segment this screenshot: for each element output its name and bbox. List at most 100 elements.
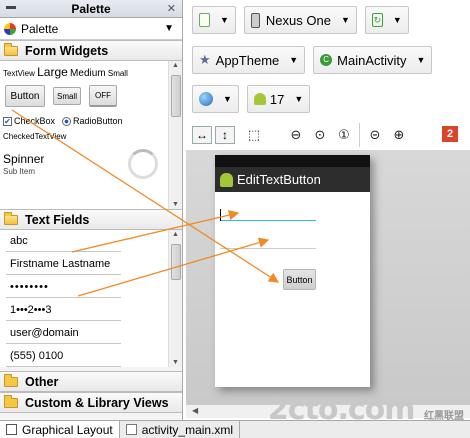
palette-pane: Palette ✕ Palette ▼ Form Widgets TextVie… — [0, 0, 183, 420]
show-margins-icon[interactable]: ⬚ — [245, 126, 263, 144]
scrollbar-thumb[interactable] — [171, 75, 181, 117]
text-field-password[interactable]: •••••••• — [6, 276, 121, 298]
category-label: Text Fields — [25, 212, 90, 227]
edittext-2[interactable] — [220, 247, 316, 249]
folder-open-icon — [4, 211, 18, 225]
widget-button[interactable]: Button — [5, 85, 45, 107]
palette-icon — [4, 22, 16, 35]
widget-small-button[interactable]: Small — [53, 87, 81, 105]
progress-spinner-icon[interactable] — [128, 149, 158, 179]
scroll-left-icon[interactable]: ◀ — [192, 406, 198, 415]
text-cursor — [220, 209, 221, 221]
widget-toggle-button[interactable]: OFF — [89, 85, 117, 107]
device-preview: EditTextButton Button — [215, 155, 370, 387]
config-toolbar-row-1: ▼ Nexus One ▼ ↻ ▼ — [192, 5, 417, 35]
folder-open-icon — [4, 42, 18, 56]
activity-icon: C — [320, 54, 333, 66]
api-level-chooser-button[interactable]: 17 ▼ — [246, 85, 311, 113]
widget-spinner[interactable]: Spinner — [3, 152, 44, 166]
toggle-fill-height-icon[interactable]: ↕ — [215, 126, 235, 144]
layout-icon — [6, 424, 17, 435]
widget-textview[interactable]: TextView — [3, 69, 35, 78]
palette-selector[interactable]: Palette ▼ — [0, 18, 182, 40]
category-form-widgets[interactable]: Form Widgets — [0, 40, 182, 61]
locale-chooser-button[interactable]: ▼ — [192, 85, 239, 113]
text-field-plain[interactable]: abc — [6, 230, 121, 252]
orientation-button[interactable]: ↻ ▼ — [364, 6, 409, 34]
chevron-down-icon: ▼ — [416, 55, 426, 65]
checkbox-icon: ✔ — [3, 116, 12, 126]
text-field-number-password[interactable]: 1•••2•••3 — [6, 299, 121, 321]
scroll-up-icon[interactable]: ▲ — [172, 62, 179, 69]
activity-chooser-button[interactable]: C MainActivity ▼ — [313, 46, 433, 74]
scroll-up-icon[interactable]: ▲ — [172, 231, 179, 238]
palette-selector-label: Palette — [21, 21, 59, 36]
tab-graphical-layout[interactable]: Graphical Layout — [0, 420, 120, 438]
chevron-down-icon: ▼ — [223, 94, 232, 104]
layout-actions-toolbar: ↔ ↕ ⬚ ⊖ ⊙ ① ⊝ ⊕ 2 — [192, 123, 468, 147]
zoom-100-icon[interactable]: ① — [335, 126, 353, 144]
theme-chooser-button[interactable]: ★ AppTheme ▼ — [192, 46, 306, 74]
text-fields-section: abc Firstname Lastname •••••••• 1•••2•••… — [0, 230, 182, 367]
chevron-down-icon: ▼ — [294, 94, 304, 104]
text-field-person-name[interactable]: Firstname Lastname — [6, 253, 121, 275]
form-widgets-scrollbar[interactable]: ▲ ▼ — [168, 61, 182, 209]
app-icon — [220, 172, 233, 187]
palette-title: Palette — [71, 1, 111, 16]
zoom-fit-icon[interactable]: ⊙ — [311, 126, 329, 144]
scrollbar-thumb[interactable] — [171, 244, 181, 280]
config-chooser-button[interactable]: ▼ — [192, 6, 236, 34]
text-field-phone[interactable]: (555) 0100 — [6, 345, 121, 367]
toggle-fill-width-icon[interactable]: ↔ — [192, 126, 212, 144]
radio-icon — [62, 116, 72, 126]
category-label: Form Widgets — [25, 43, 109, 58]
minimize-icon[interactable] — [6, 6, 16, 9]
tab-label: Graphical Layout — [22, 422, 113, 437]
form-widgets-section: TextView Large Medium Small Button Small… — [0, 61, 182, 209]
star-icon: ★ — [199, 52, 211, 67]
widget-checkbox[interactable]: CheckBox — [14, 116, 55, 126]
widget-medium-text[interactable]: Medium — [70, 68, 106, 79]
activity-name: MainActivity — [337, 52, 407, 68]
close-icon[interactable]: ✕ — [167, 2, 176, 15]
text-field-email[interactable]: user@domain — [6, 322, 121, 344]
category-text-fields[interactable]: Text Fields — [0, 209, 182, 230]
category-other[interactable]: Other — [0, 371, 182, 392]
api-level: 17 — [269, 91, 285, 107]
widget-checked-textview[interactable]: CheckedTextView — [3, 132, 66, 141]
error-count-badge[interactable]: 2 — [442, 126, 458, 142]
widget-sub-item: Sub Item — [3, 167, 36, 176]
preview-button[interactable]: Button — [283, 269, 316, 290]
device-name: Nexus One — [265, 12, 331, 28]
chevron-down-icon[interactable]: ▼ — [164, 23, 174, 34]
chevron-down-icon: ▼ — [220, 15, 229, 25]
action-bar: EditTextButton — [215, 167, 370, 192]
tab-activity-main-xml[interactable]: activity_main.xml — [120, 420, 241, 438]
scroll-down-icon[interactable]: ▼ — [172, 359, 179, 366]
folder-icon — [4, 373, 18, 387]
zoom-out-icon[interactable]: ⊝ — [366, 126, 384, 144]
category-custom-library-views[interactable]: Custom & Library Views — [0, 392, 182, 413]
layout-canvas[interactable]: EditTextButton Button — [186, 150, 470, 404]
edittext-1[interactable] — [220, 209, 316, 221]
device-icon — [250, 12, 260, 28]
text-fields-scrollbar[interactable]: ▲ ▼ — [168, 230, 182, 367]
zoom-real-size-icon[interactable]: ⊖ — [287, 126, 305, 144]
widget-large-text[interactable]: Large — [37, 65, 68, 79]
theme-name: AppTheme — [215, 52, 280, 68]
widget-small-text[interactable]: Small — [108, 69, 128, 78]
widget-radiobutton[interactable]: RadioButton — [73, 116, 123, 126]
globe-icon — [199, 92, 213, 106]
zoom-in-icon[interactable]: ⊕ — [390, 126, 408, 144]
scroll-down-icon[interactable]: ▼ — [172, 201, 179, 208]
chevron-down-icon: ▼ — [289, 55, 299, 65]
tab-label: activity_main.xml — [141, 422, 234, 437]
chevron-down-icon: ▼ — [340, 15, 350, 25]
chevron-down-icon: ▼ — [392, 15, 402, 25]
status-bar — [215, 155, 370, 167]
folder-icon — [4, 394, 18, 408]
device-chooser-button[interactable]: Nexus One ▼ — [243, 6, 357, 34]
rotate-icon: ↻ — [371, 13, 383, 27]
xml-file-icon — [125, 424, 137, 435]
palette-title-bar: Palette ✕ — [0, 0, 182, 18]
